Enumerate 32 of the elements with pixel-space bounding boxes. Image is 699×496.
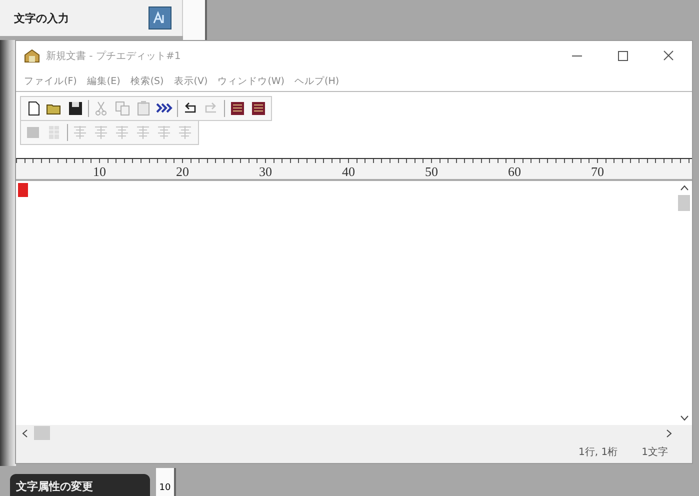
section-heading: 文字属性の変更 — [10, 474, 150, 496]
menu-item[interactable]: 検索(S) — [130, 74, 164, 88]
book-icon[interactable] — [250, 100, 267, 117]
scroll-up-icon[interactable] — [680, 185, 688, 191]
character-count: 1文字 — [642, 446, 668, 459]
ruler-number: 60 — [508, 165, 521, 179]
scroll-thumb[interactable] — [678, 195, 690, 211]
cursor-position: 1行, 1桁 — [578, 446, 618, 459]
ruler-number: 10 — [93, 165, 106, 179]
ruler-number: 70 — [591, 165, 604, 179]
app-icon — [24, 49, 40, 63]
book-icon[interactable] — [229, 100, 246, 117]
text-cursor — [18, 183, 28, 197]
scroll-thumb[interactable] — [34, 426, 50, 440]
menu-item[interactable]: 表示(V) — [174, 74, 208, 88]
ruler-number: 50 — [425, 165, 438, 179]
menu-item[interactable]: 編集(E) — [86, 74, 120, 88]
floppy-icon[interactable] — [67, 100, 84, 117]
section-heading: 文字の入力 — [14, 10, 69, 26]
scroll-left-icon[interactable] — [22, 428, 28, 438]
ruler-number: 10 — [156, 468, 176, 496]
text-icon[interactable] — [148, 6, 172, 30]
menu-item[interactable]: ヘルプ(H) — [294, 74, 340, 88]
window-title: 新規文書 - プチエディット#1 — [46, 50, 182, 63]
menu-item[interactable]: ファイル(F) — [24, 74, 77, 88]
scroll-right-icon[interactable] — [666, 428, 672, 438]
ruler-number: 20 — [176, 165, 189, 179]
ruler-number: 40 — [342, 165, 355, 179]
scroll-down-icon[interactable] — [680, 415, 688, 421]
menu-item[interactable]: ウィンドウ(W) — [218, 74, 284, 88]
ruler-number: 30 — [259, 165, 272, 179]
horizontal-scrollbar[interactable] — [16, 425, 692, 441]
